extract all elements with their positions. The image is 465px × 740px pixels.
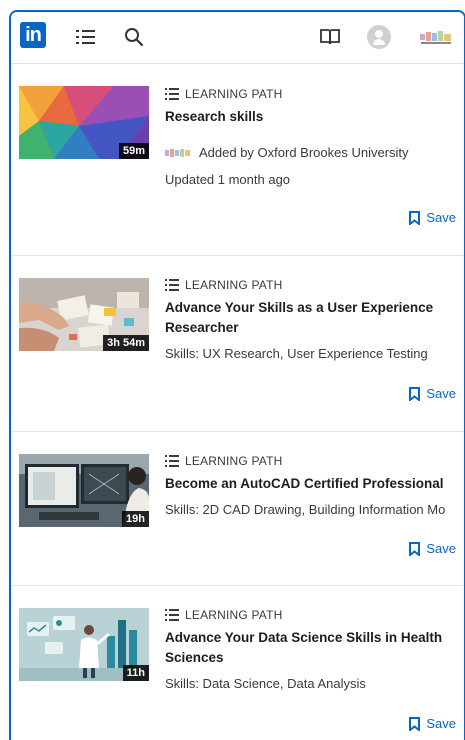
skills-text: Skills: Data Science, Data Analysis [165,676,366,691]
book-icon[interactable] [319,26,341,48]
content-type-label: LEARNING PATH [165,454,464,468]
list-icon[interactable] [75,26,97,48]
course-title-line-2: Researcher [165,320,239,335]
org-mini-logo [165,148,190,157]
thumbnail-image[interactable]: 11h [19,608,149,681]
card-content: LEARNING PATH Become an AutoCAD Certifie… [165,454,464,517]
app-frame: in 59m LEARNING PATH Research skills Add… [9,10,465,740]
updated-text: Updated 1 month ago [165,172,291,187]
user-avatar[interactable] [367,25,391,49]
save-button[interactable]: Save [409,386,456,401]
learning-path-icon [165,609,179,621]
course-title-line-1: Advance Your Skills as a User Experience [165,300,434,315]
added-by-row: Added by Oxford Brookes University [165,145,464,160]
content-type-text: LEARNING PATH [185,278,283,292]
bookmark-icon [409,541,421,556]
content-type-text: LEARNING PATH [185,608,283,622]
linkedin-logo[interactable]: in [20,22,46,48]
list-item[interactable]: 11h LEARNING PATH Advance Your Data Scie… [11,586,464,740]
duration-badge: 11h [122,665,149,681]
content-type-label: LEARNING PATH [165,278,464,292]
learning-path-icon [165,88,179,100]
top-navigation-bar: in [11,12,464,64]
course-title[interactable]: Advance Your Data Science Skills in Heal… [165,628,464,668]
course-title[interactable]: Research skills [165,107,464,127]
org-logo[interactable] [419,28,453,46]
learning-path-icon [165,279,179,291]
card-content: LEARNING PATH Advance Your Data Science … [165,608,464,691]
course-title[interactable]: Become an AutoCAD Certified Professional [165,474,464,494]
duration-badge: 3h 54m [103,335,149,351]
save-label: Save [426,716,456,731]
course-title-line-1: Advance Your Data Science Skills in Heal… [165,630,443,645]
course-title[interactable]: Advance Your Skills as a User Experience… [165,298,464,338]
card-content: LEARNING PATH Research skills Added by O… [165,87,464,187]
save-button[interactable]: Save [409,210,456,225]
content-type-text: LEARNING PATH [185,87,283,101]
content-type-label: LEARNING PATH [165,87,464,101]
bookmark-icon [409,716,421,731]
learning-path-list: 59m LEARNING PATH Research skills Added … [11,65,464,740]
learning-path-icon [165,455,179,467]
course-title-line-2: Sciences [165,650,224,665]
skills-text: Skills: UX Research, User Experience Tes… [165,346,428,361]
list-item[interactable]: 59m LEARNING PATH Research skills Added … [11,65,464,256]
bookmark-icon [409,210,421,225]
thumbnail-image[interactable]: 19h [19,454,149,527]
duration-badge: 19h [122,511,149,527]
content-type-text: LEARNING PATH [185,454,283,468]
added-by-text: Added by Oxford Brookes University [199,145,409,160]
list-item[interactable]: 19h LEARNING PATH Become an AutoCAD Cert… [11,432,464,586]
card-content: LEARNING PATH Advance Your Skills as a U… [165,278,464,361]
list-item[interactable]: 3h 54m LEARNING PATH Advance Your Skills… [11,256,464,432]
save-label: Save [426,386,456,401]
save-label: Save [426,210,456,225]
save-button[interactable]: Save [409,716,456,731]
save-button[interactable]: Save [409,541,456,556]
skills-text: Skills: 2D CAD Drawing, Building Informa… [165,502,446,517]
content-type-label: LEARNING PATH [165,608,464,622]
search-icon[interactable] [123,26,145,48]
bookmark-icon [409,386,421,401]
duration-badge: 59m [118,143,149,159]
thumbnail-image[interactable]: 3h 54m [19,278,149,351]
save-label: Save [426,541,456,556]
thumbnail-image[interactable]: 59m [19,86,149,159]
